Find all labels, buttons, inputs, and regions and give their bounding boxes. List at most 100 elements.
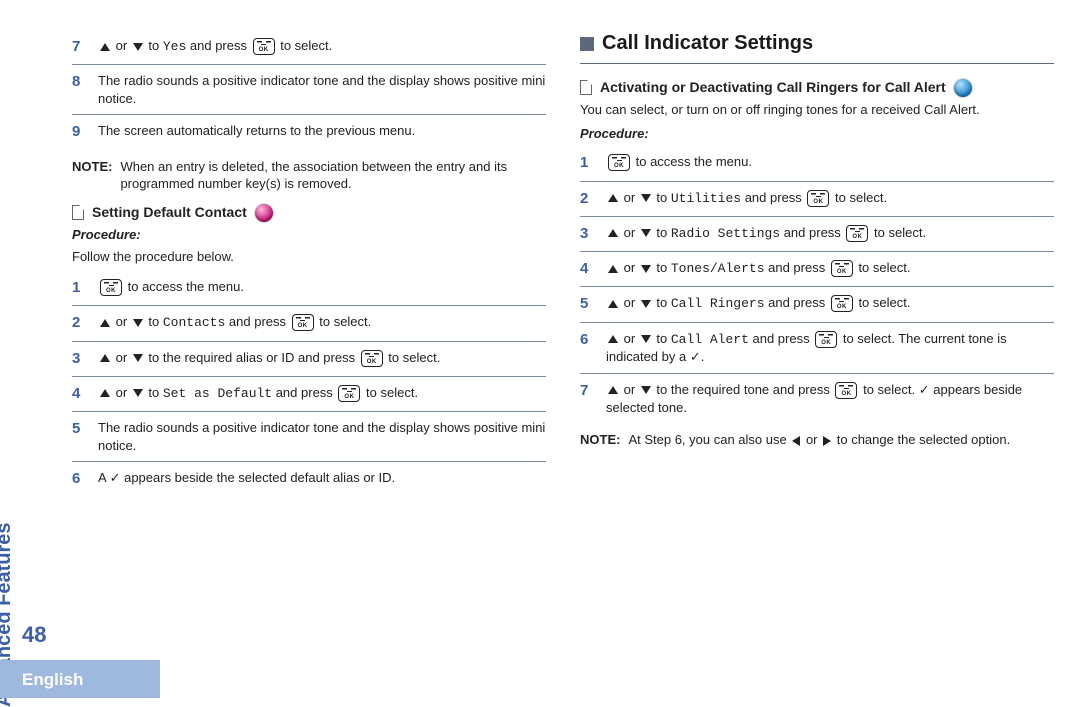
step-text: or to Tones/Alerts and press to select.	[606, 259, 1054, 278]
step-number: 5	[580, 294, 596, 314]
ok-key-icon	[846, 225, 868, 242]
subsection-heading: Setting Default Contact	[72, 203, 546, 222]
t: and press	[749, 331, 813, 346]
t: or	[112, 38, 131, 53]
section-heading: Call Indicator Settings	[580, 30, 1054, 57]
t: to	[145, 38, 163, 53]
arrow-up-icon	[608, 229, 618, 237]
arrow-up-icon	[608, 386, 618, 394]
t: to access the menu.	[124, 279, 244, 294]
menu-literal: Contacts	[163, 315, 225, 330]
step-row: 5 or to Call Ringers and press to select…	[580, 287, 1054, 322]
procedure-label: Procedure:	[72, 226, 546, 244]
feature-icon	[954, 79, 972, 97]
t: to	[653, 260, 671, 275]
t: and press	[272, 385, 336, 400]
t: or	[620, 225, 639, 240]
subsection-title: Activating or Deactivating Call Ringers …	[600, 78, 972, 97]
arrow-down-icon	[133, 354, 143, 362]
step-row: 7 or to the required tone and press to s…	[580, 374, 1054, 424]
t: and press	[225, 314, 289, 329]
step-text: A ✓ appears beside the selected default …	[98, 469, 546, 487]
intro-text: You can select, or turn on or off ringin…	[580, 101, 1054, 119]
step-text: or to Yes and press to select.	[98, 37, 546, 56]
step-text: or to Contacts and press to select.	[98, 313, 546, 332]
step-row: 5 The radio sounds a positive indicator …	[72, 412, 546, 462]
t: or	[620, 190, 639, 205]
arrow-left-icon	[792, 436, 800, 446]
menu-literal: Call Alert	[671, 332, 749, 347]
check-icon: ✓	[919, 382, 930, 397]
step-number: 6	[72, 469, 88, 489]
section-rule	[580, 63, 1054, 64]
ok-key-icon	[361, 350, 383, 367]
left-column: 7 or to Yes and press to select. 8 The r…	[72, 30, 546, 626]
note-label: NOTE:	[580, 431, 620, 449]
step-row: 1 to access the menu.	[580, 146, 1054, 181]
step-number: 1	[72, 278, 88, 298]
menu-literal: Radio Settings	[671, 226, 780, 241]
t: to select.	[870, 225, 926, 240]
step-row: 4 or to Tones/Alerts and press to select…	[580, 252, 1054, 287]
t: and press	[186, 38, 250, 53]
t: or	[620, 260, 639, 275]
arrow-down-icon	[641, 194, 651, 202]
step-row: 3 or to Radio Settings and press to sele…	[580, 217, 1054, 252]
t: A	[98, 470, 110, 485]
arrow-down-icon	[133, 389, 143, 397]
t: to	[653, 331, 671, 346]
step-text: The radio sounds a positive indicator to…	[98, 72, 546, 107]
ok-key-icon	[815, 331, 837, 348]
step-text: or to the required alias or ID and press…	[98, 349, 546, 367]
step-row: 3 or to the required alias or ID and pre…	[72, 342, 546, 377]
step-row: 4 or to Set as Default and press to sele…	[72, 377, 546, 412]
t: to select.	[316, 314, 372, 329]
t: or	[620, 382, 639, 397]
menu-literal: Call Ringers	[671, 296, 765, 311]
arrow-up-icon	[100, 389, 110, 397]
step-number: 8	[72, 72, 88, 92]
arrow-up-icon	[100, 319, 110, 327]
ok-key-icon	[292, 314, 314, 331]
arrow-up-icon	[608, 335, 618, 343]
page-number: 48	[22, 620, 46, 650]
step-number: 7	[580, 381, 596, 401]
t: to	[653, 225, 671, 240]
step-number: 2	[72, 313, 88, 333]
page-icon	[580, 80, 592, 95]
step-row: 2 or to Contacts and press to select.	[72, 306, 546, 341]
t: to	[653, 295, 671, 310]
t: Setting Default Contact	[92, 204, 247, 220]
subsection-heading: Activating or Deactivating Call Ringers …	[580, 78, 1054, 97]
arrow-down-icon	[641, 265, 651, 273]
procedure-steps: 1 to access the menu. 2 or to Utilities …	[580, 146, 1054, 423]
menu-literal: Tones/Alerts	[671, 261, 765, 276]
content-columns: 7 or to Yes and press to select. 8 The r…	[72, 30, 1054, 626]
arrow-up-icon	[608, 300, 618, 308]
t: .	[701, 349, 705, 364]
step-number: 9	[72, 122, 88, 142]
step-text: or to Radio Settings and press to select…	[606, 224, 1054, 243]
t: to	[145, 385, 163, 400]
menu-literal: Utilities	[671, 191, 741, 206]
t: or	[112, 350, 131, 365]
step-text: The screen automatically returns to the …	[98, 122, 546, 140]
t: and press	[741, 190, 805, 205]
t: to	[145, 314, 163, 329]
arrow-up-icon	[100, 43, 110, 51]
section-bullet-icon	[580, 37, 594, 51]
step-number: 6	[580, 330, 596, 350]
t: to the required tone and press	[653, 382, 834, 397]
step-row: 2 or to Utilities and press to select.	[580, 182, 1054, 217]
arrow-down-icon	[641, 229, 651, 237]
t: to select.	[277, 38, 333, 53]
t: to select.	[855, 295, 911, 310]
t: or	[112, 314, 131, 329]
step-text: or to Call Ringers and press to select.	[606, 294, 1054, 313]
step-row: 1 to access the menu.	[72, 271, 546, 306]
ok-key-icon	[831, 295, 853, 312]
check-icon: ✓	[690, 349, 701, 364]
t: to select.	[855, 260, 911, 275]
ok-key-icon	[835, 382, 857, 399]
t: to select.	[362, 385, 418, 400]
